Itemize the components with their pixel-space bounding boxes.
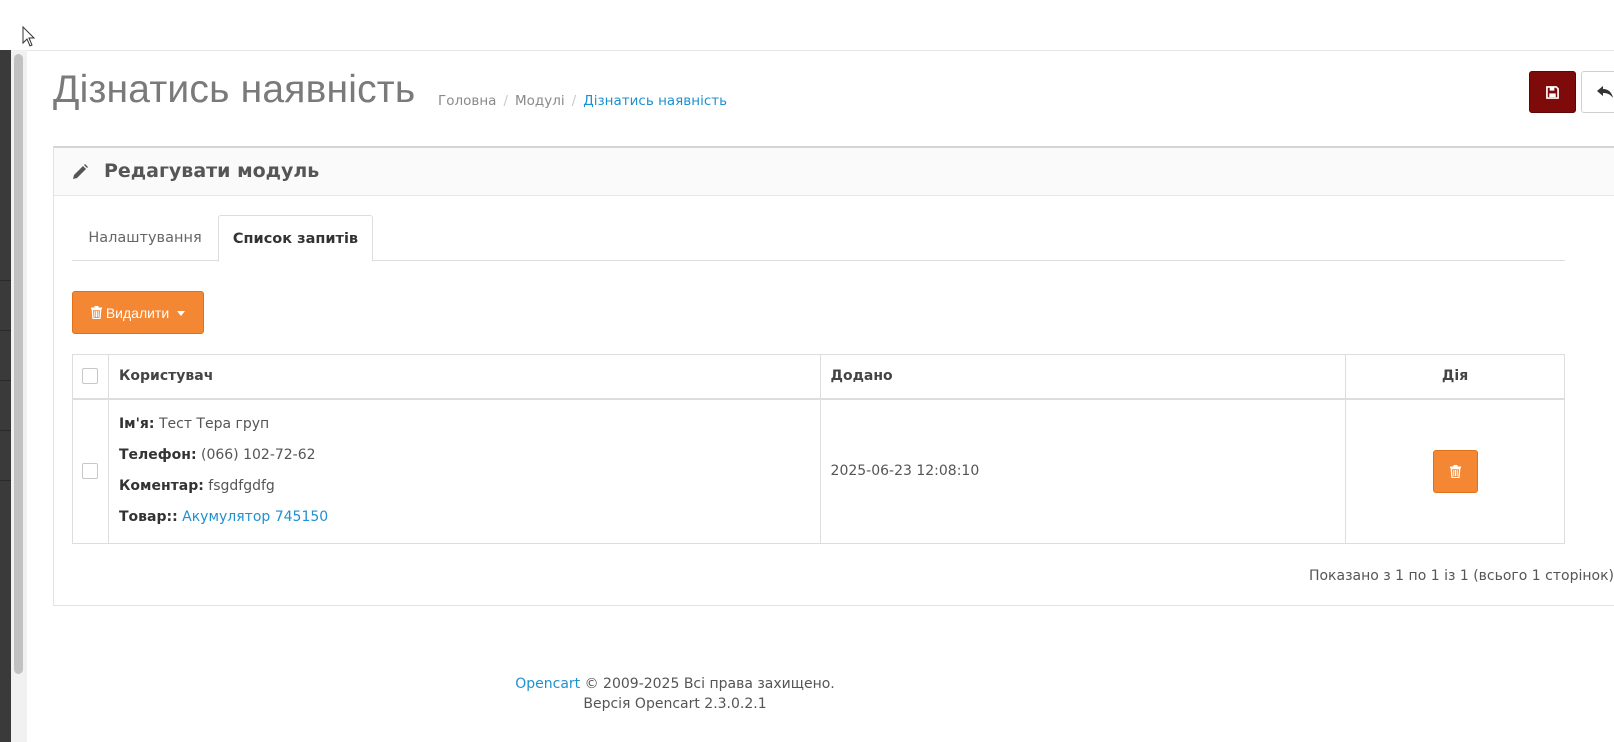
added-date-cell: 2025-06-23 12:08:10 <box>819 398 1347 544</box>
page-header: Дізнатись наявність Головна / Модулі / Д… <box>53 66 1614 118</box>
column-header-added[interactable]: Додано <box>819 354 1347 400</box>
mouse-cursor-icon <box>22 26 36 47</box>
select-all-checkbox[interactable] <box>82 368 99 385</box>
pencil-icon <box>73 164 88 179</box>
copyright-text: © 2009-2025 Всі права захищено. <box>584 676 835 692</box>
column-header-action: Дія <box>1345 354 1565 400</box>
column-header-user[interactable]: Користувач <box>107 354 821 400</box>
scrollbar-thumb[interactable] <box>14 54 23 674</box>
row-select-cell <box>72 398 109 544</box>
footer-version: Версія Opencart 2.3.0.2.1 <box>583 696 767 712</box>
opencart-link[interactable]: Opencart <box>515 676 580 692</box>
delete-row-button[interactable] <box>1432 449 1478 493</box>
user-name-label: Ім'я: <box>118 416 155 433</box>
trash-icon <box>90 306 102 319</box>
save-icon <box>1546 85 1559 99</box>
table-header-row: Користувач Додано Дія <box>72 354 1565 400</box>
page-title: Дізнатись наявність <box>53 68 416 111</box>
top-bar <box>0 0 1614 51</box>
row-checkbox[interactable] <box>82 463 99 480</box>
table-row: Ім'я: Тест Тера груп Телефон: (066) 102-… <box>72 398 1565 544</box>
panel-title: Редагувати модуль <box>104 160 320 182</box>
select-all-cell <box>72 354 109 400</box>
user-phone-label: Телефон: <box>118 447 197 464</box>
back-button[interactable] <box>1581 71 1614 113</box>
left-sidebar-rail <box>0 50 11 742</box>
footer-copyright-line: Opencart © 2009-2025 Всі права захищено. <box>0 673 1350 695</box>
user-product-label: Товар:: <box>118 509 178 526</box>
user-comment-value: fsgdfgdfg <box>208 478 275 495</box>
save-button[interactable] <box>1529 71 1576 113</box>
footer: Opencart © 2009-2025 Всі права захищено.… <box>0 673 1350 714</box>
reply-icon <box>1597 86 1613 98</box>
breadcrumb-separator: / <box>571 93 577 109</box>
delete-dropdown-label: Видалити <box>105 304 170 321</box>
user-cell: Ім'я: Тест Тера груп Телефон: (066) 102-… <box>107 398 821 544</box>
user-comment-line: Коментар: fsgdfgdfg <box>119 471 810 502</box>
user-name-value: Тест Тера груп <box>158 416 270 433</box>
delete-dropdown-button[interactable]: Видалити <box>72 291 204 334</box>
panel-heading: Редагувати модуль <box>54 148 1614 196</box>
breadcrumb-current[interactable]: Дізнатись наявність <box>583 93 727 109</box>
breadcrumb-separator: / <box>503 93 508 109</box>
action-cell <box>1345 398 1565 544</box>
caret-down-icon <box>177 311 186 316</box>
edit-module-panel: Редагувати модуль Налаштування Список за… <box>53 146 1614 606</box>
user-phone-line: Телефон: (066) 102-72-62 <box>119 440 810 471</box>
tab-settings[interactable]: Налаштування <box>72 215 218 261</box>
breadcrumb: Головна / Модулі / Дізнатись наявність <box>438 93 727 109</box>
product-link[interactable]: Акумулятор 745150 <box>182 509 328 525</box>
tab-request-list[interactable]: Список запитів <box>218 215 373 262</box>
user-comment-label: Коментар: <box>118 478 204 495</box>
requests-table: Користувач Додано Дія Ім'я: Тест Тера гр… <box>72 354 1565 544</box>
breadcrumb-home[interactable]: Головна <box>438 93 496 109</box>
user-product-line: Товар:: Акумулятор 745150 <box>119 502 810 533</box>
user-name-line: Ім'я: Тест Тера груп <box>119 409 810 440</box>
breadcrumb-modules[interactable]: Модулі <box>515 93 565 109</box>
pagination-info: Показано з 1 по 1 із 1 (всього 1 сторіно… <box>1308 568 1614 584</box>
scrollbar[interactable] <box>11 50 27 742</box>
tab-bar: Налаштування Список запитів <box>72 215 1565 262</box>
trash-icon <box>1449 464 1461 478</box>
user-phone-value: (066) 102-72-62 <box>201 447 316 464</box>
